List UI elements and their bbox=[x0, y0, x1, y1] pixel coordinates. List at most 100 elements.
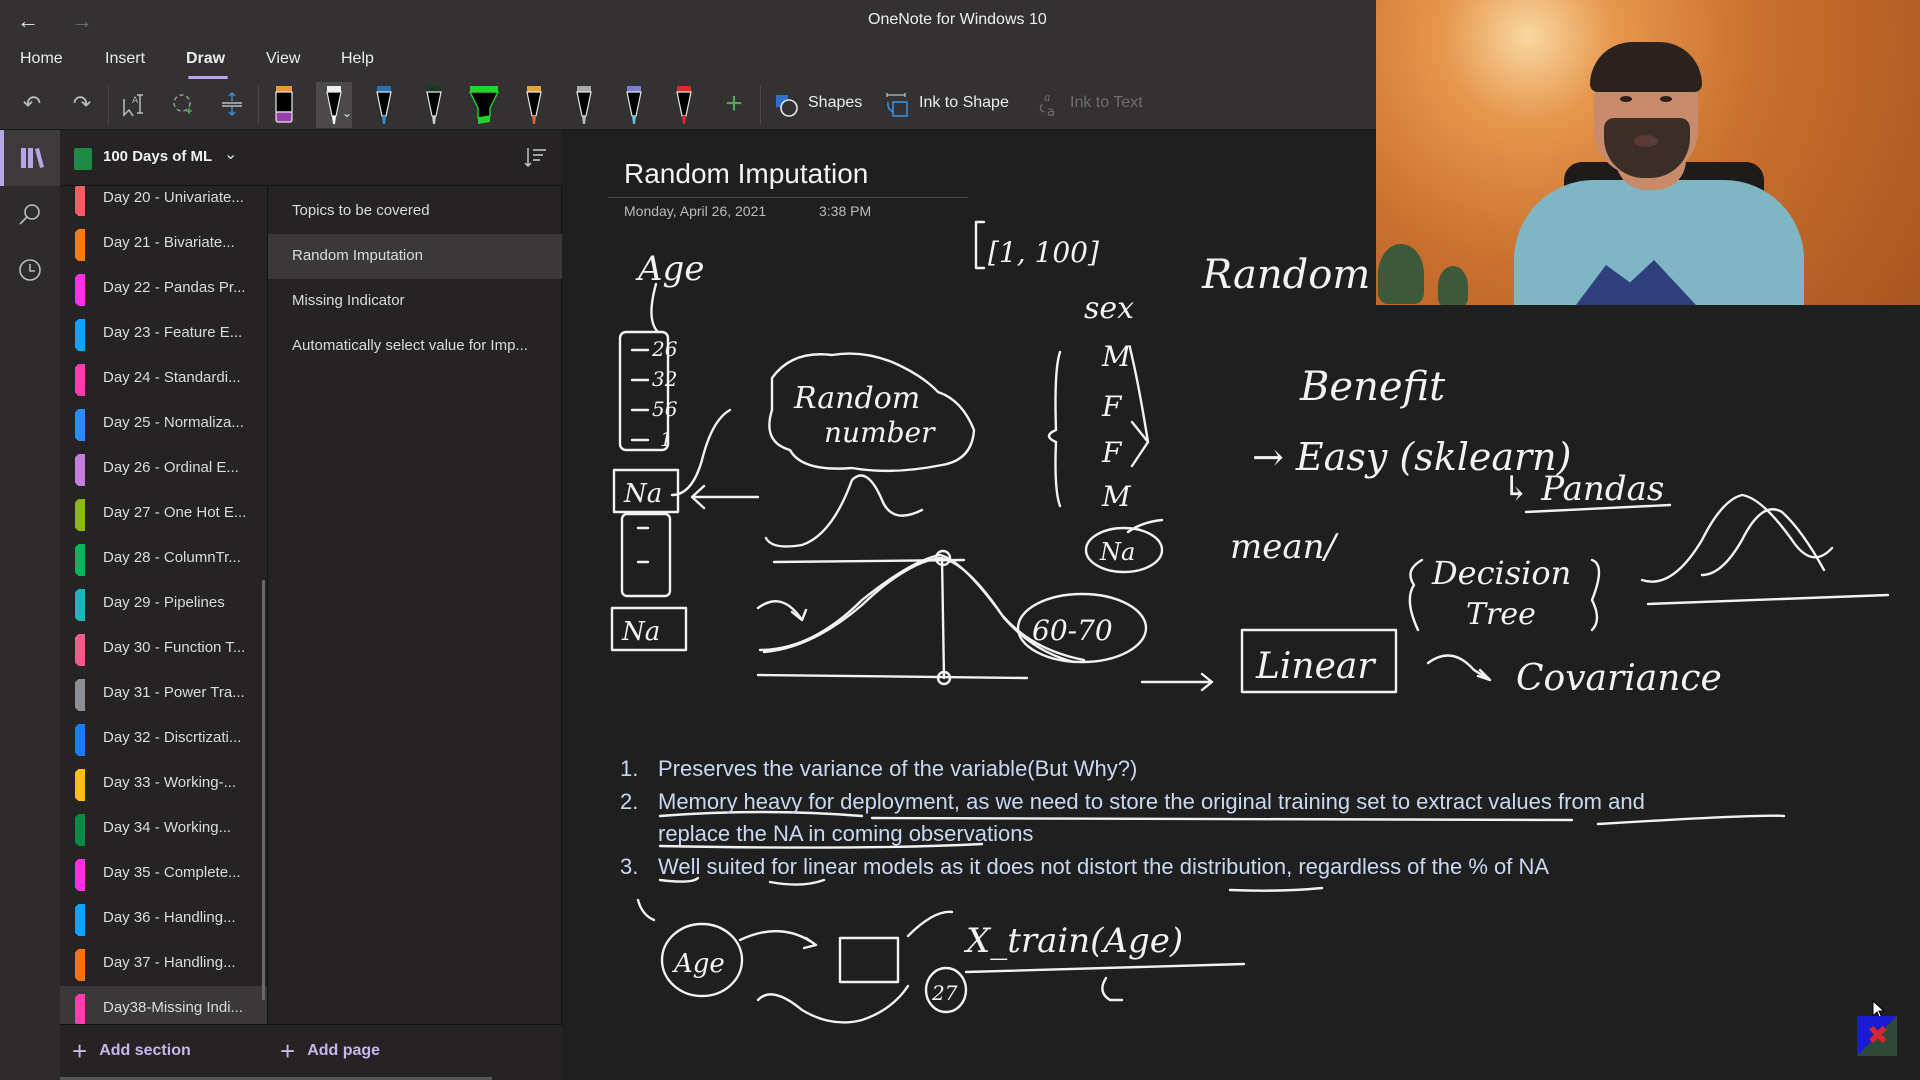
pen-galaxy-pen[interactable] bbox=[516, 82, 552, 128]
pen-silver-pencil[interactable] bbox=[566, 82, 602, 128]
forward-button[interactable]: → bbox=[62, 6, 102, 36]
add-pen-button[interactable]: + bbox=[714, 84, 754, 124]
section-item[interactable]: Day 35 - Complete... bbox=[60, 851, 267, 896]
type-select-icon: A bbox=[123, 94, 143, 117]
list-text: Preserves the variance of the variable(B… bbox=[658, 756, 1138, 781]
redo-button[interactable]: ↷ bbox=[62, 84, 102, 124]
notebook-header: 100 Days of ML ⌄ bbox=[60, 130, 562, 186]
ink-value: 26 bbox=[651, 337, 678, 361]
ink-axis bbox=[756, 673, 1029, 680]
list-number: 1. bbox=[620, 756, 639, 781]
section-item[interactable]: Day38-Missing Indi... bbox=[60, 986, 267, 1024]
add-section-button[interactable]: + Add section bbox=[72, 1038, 191, 1064]
ink-brace bbox=[1047, 350, 1062, 508]
page-label: Automatically select value for Imp... bbox=[292, 337, 528, 354]
page-item[interactable]: Random Imputation bbox=[268, 234, 562, 279]
tab-draw[interactable]: Draw bbox=[186, 50, 225, 68]
notebook-picker[interactable]: 100 Days of ML ⌄ bbox=[100, 130, 260, 186]
page-item[interactable]: Topics to be covered bbox=[268, 189, 562, 234]
section-item[interactable]: Day 31 - Power Tra... bbox=[60, 671, 267, 716]
presenter-hair bbox=[1590, 42, 1702, 92]
pen-blue-pen[interactable] bbox=[366, 82, 402, 128]
shapes-label: Shapes bbox=[808, 94, 863, 111]
section-color-tab-icon bbox=[75, 229, 85, 261]
add-page-button[interactable]: + Add page bbox=[280, 1038, 380, 1064]
page-label: Random Imputation bbox=[292, 247, 423, 264]
tab-insert[interactable]: Insert bbox=[105, 50, 145, 68]
ink-underline bbox=[964, 962, 1246, 974]
ink-to-shape-button[interactable]: Ink to Shape bbox=[882, 80, 1022, 130]
ink-cloud-text: number bbox=[824, 416, 936, 449]
sort-pages-button[interactable] bbox=[522, 144, 550, 172]
navigation-rail bbox=[0, 130, 60, 1080]
section-item[interactable]: Day 36 - Handling... bbox=[60, 896, 267, 941]
ink-value: 1 bbox=[660, 427, 673, 451]
ink-bell-curve bbox=[764, 474, 924, 548]
notebooks-button[interactable] bbox=[0, 130, 60, 186]
section-item[interactable]: Day 23 - Feature E... bbox=[60, 311, 267, 356]
ink-value: 56 bbox=[652, 397, 678, 421]
list-text: Memory heavy for deployment, as we need … bbox=[658, 789, 1645, 814]
notebook-name: 100 Days of ML bbox=[103, 148, 213, 165]
section-item[interactable]: Day 37 - Handling... bbox=[60, 941, 267, 986]
pen-eraser[interactable] bbox=[266, 82, 302, 128]
tab-home[interactable]: Home bbox=[20, 50, 63, 68]
section-item[interactable]: Day 28 - ColumnTr... bbox=[60, 536, 267, 581]
tab-view[interactable]: View bbox=[266, 50, 300, 68]
search-button[interactable] bbox=[0, 186, 60, 242]
recent-button[interactable] bbox=[0, 242, 60, 298]
section-color-tab-icon bbox=[75, 499, 85, 531]
back-button[interactable]: ← bbox=[8, 6, 48, 36]
list-text: Well suited for linear models as it does… bbox=[658, 854, 1550, 879]
page-label: Missing Indicator bbox=[292, 292, 405, 309]
pen-dark-green-pen[interactable] bbox=[416, 82, 452, 128]
section-item[interactable]: Day 32 - Discrtizati... bbox=[60, 716, 267, 761]
add-section-label: Add section bbox=[99, 1042, 191, 1059]
section-color-tab-icon bbox=[75, 186, 85, 216]
chevron-down-icon: ⌄ bbox=[224, 146, 238, 163]
ink-tree: Tree bbox=[1466, 597, 1536, 632]
section-list-scrollbar[interactable] bbox=[262, 580, 265, 1000]
lasso-text-select-button[interactable]: A bbox=[114, 84, 154, 124]
section-label: Day 27 - One Hot E... bbox=[103, 504, 247, 521]
section-item[interactable]: Day 24 - Standardi... bbox=[60, 356, 267, 401]
add-space-button[interactable] bbox=[212, 84, 252, 124]
list-number: 2. bbox=[620, 789, 639, 814]
section-item[interactable]: Day 22 - Pandas Pr... bbox=[60, 266, 267, 311]
section-color-tab-icon bbox=[75, 859, 85, 891]
ink-stroke bbox=[650, 282, 660, 334]
section-item[interactable]: Day 29 - Pipelines bbox=[60, 581, 267, 626]
section-item[interactable]: Day 26 - Ordinal E... bbox=[60, 446, 267, 491]
pen-white-pen[interactable]: ⌄ bbox=[316, 82, 352, 128]
section-item[interactable]: Day 25 - Normaliza... bbox=[60, 401, 267, 446]
shapes-icon bbox=[776, 95, 798, 117]
lasso-select-button[interactable] bbox=[163, 84, 203, 124]
section-item[interactable]: Day 30 - Function T... bbox=[60, 626, 267, 671]
ink-axis bbox=[1646, 593, 1890, 606]
pen-green-highlighter[interactable] bbox=[466, 82, 502, 128]
section-item[interactable]: Day 21 - Bivariate... bbox=[60, 221, 267, 266]
pen-ocean-pen[interactable] bbox=[616, 82, 652, 128]
page-item[interactable]: Automatically select value for Imp... bbox=[268, 324, 562, 369]
section-item[interactable]: Day 34 - Working... bbox=[60, 806, 267, 851]
back-arrow-icon: ← bbox=[17, 8, 39, 33]
pen-red-pen[interactable] bbox=[666, 82, 702, 128]
plant bbox=[1378, 244, 1424, 304]
section-item[interactable]: Day 20 - Univariate... bbox=[60, 186, 267, 221]
ink-decision: Decision bbox=[1431, 554, 1571, 592]
ink-benefit: Benefit bbox=[1299, 364, 1446, 410]
undo-button[interactable]: ↶ bbox=[12, 84, 52, 124]
shapes-button[interactable]: Shapes bbox=[770, 80, 870, 130]
section-item[interactable]: Day 33 - Working-... bbox=[60, 761, 267, 806]
ink-na-label: Na bbox=[621, 617, 660, 647]
page-item[interactable]: Missing Indicator bbox=[268, 279, 562, 324]
section-item[interactable]: Day 27 - One Hot E... bbox=[60, 491, 267, 536]
ink-to-shape-icon bbox=[886, 93, 908, 117]
active-tab-indicator bbox=[188, 76, 228, 79]
section-color-tab-icon bbox=[75, 319, 85, 351]
tab-help[interactable]: Help bbox=[341, 50, 374, 68]
ink-stroke bbox=[1101, 976, 1124, 1002]
ink-to-text-button[interactable]: aa Ink to Text bbox=[1034, 80, 1164, 130]
section-list: Day 20 - Univariate... Day 21 - Bivariate… bbox=[60, 186, 268, 1024]
section-color-tab-icon bbox=[75, 724, 85, 756]
